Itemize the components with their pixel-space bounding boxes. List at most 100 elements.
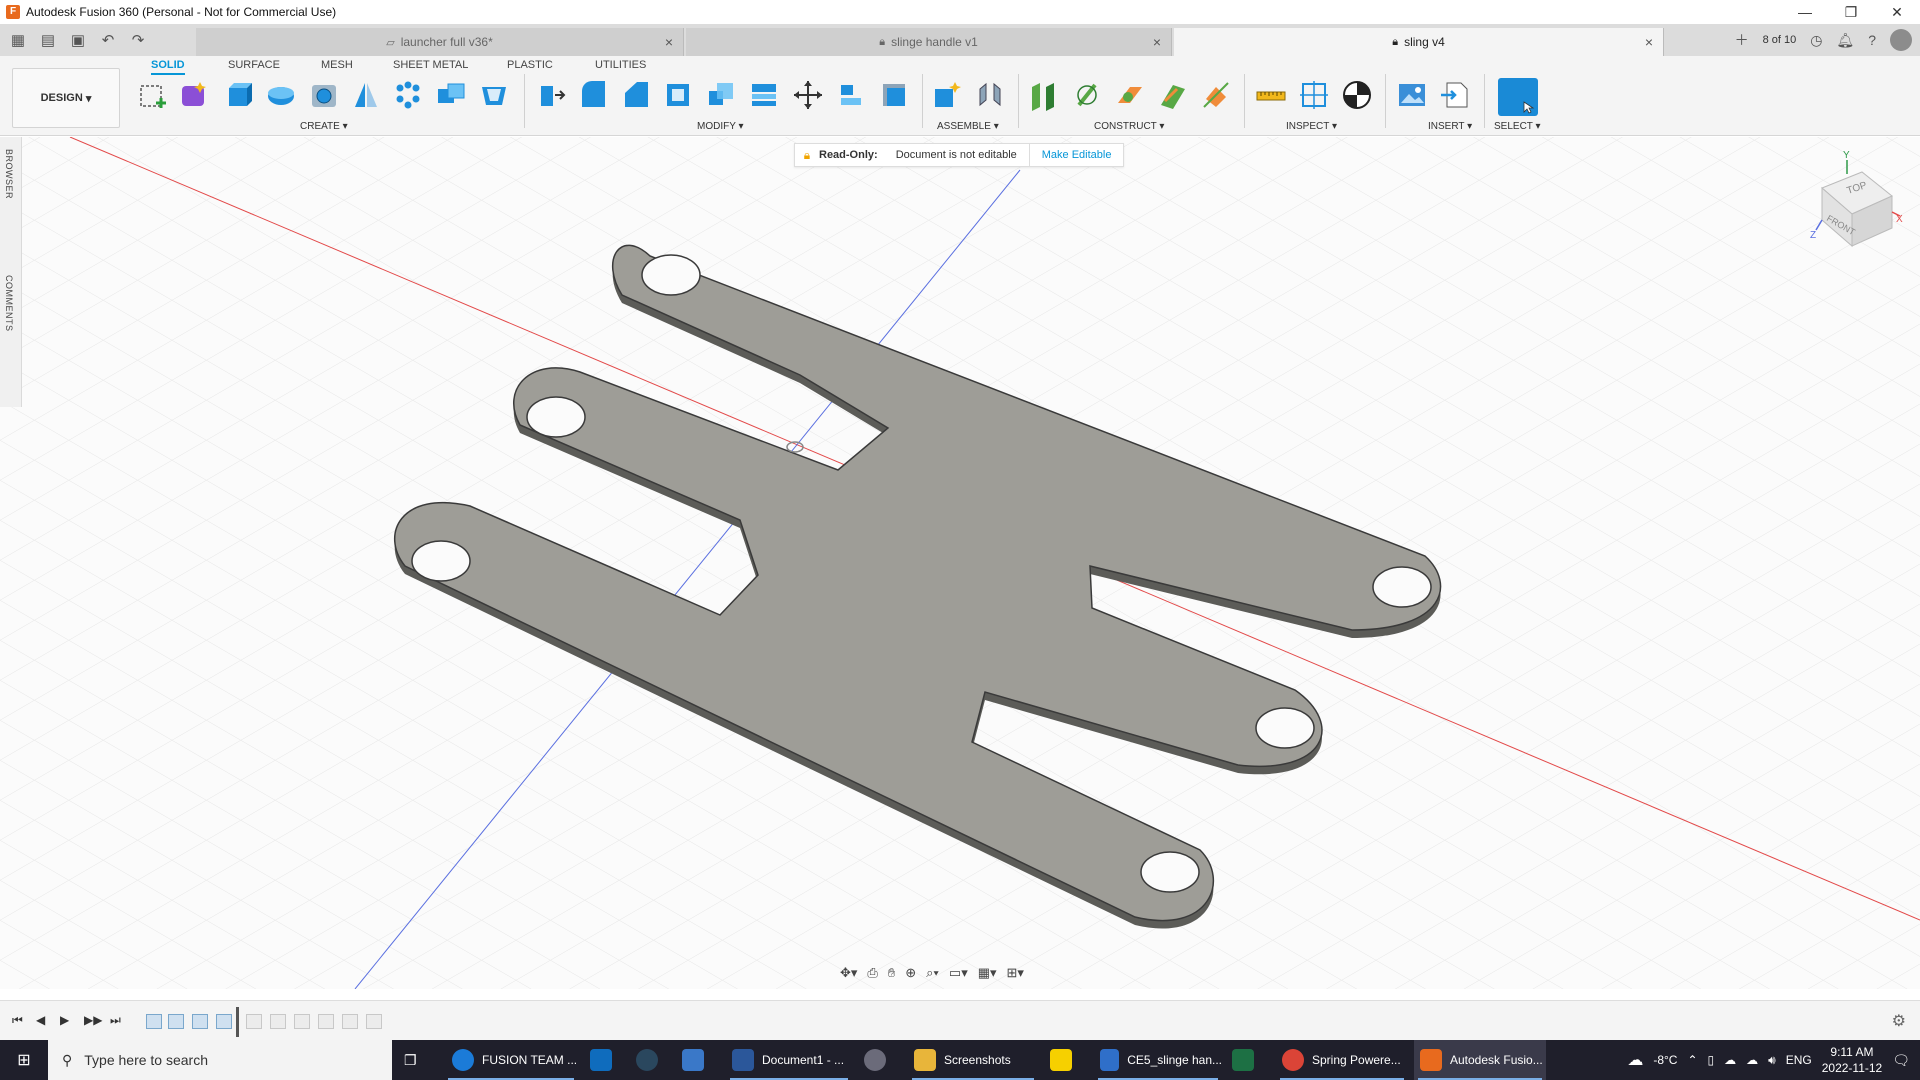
pattern-icon[interactable] bbox=[392, 79, 424, 111]
go-to-end-icon[interactable]: ⏭ bbox=[110, 1013, 121, 1028]
offset-plane-icon[interactable] bbox=[1028, 79, 1060, 111]
clock-icon[interactable]: ◷ bbox=[1810, 32, 1822, 49]
joint-icon[interactable] bbox=[974, 79, 1006, 111]
center-of-mass-icon[interactable] bbox=[1341, 79, 1373, 111]
new-component-icon[interactable] bbox=[931, 79, 963, 111]
timeline-suppressed-feature[interactable] bbox=[246, 1014, 262, 1029]
taskbar-app-fusion[interactable]: Autodesk Fusio... bbox=[1414, 1040, 1546, 1080]
create-form-icon[interactable] bbox=[178, 79, 210, 111]
play-icon[interactable]: ▶ bbox=[60, 1013, 69, 1027]
notifications-icon[interactable]: 🗨︎ bbox=[1892, 1052, 1910, 1069]
section-analysis-icon[interactable] bbox=[1298, 79, 1330, 111]
display-settings-icon[interactable]: ▭▾ bbox=[949, 965, 968, 981]
mirror-icon[interactable] bbox=[350, 79, 382, 111]
doc-tab-launcher[interactable]: ▱ launcher full v36* × bbox=[196, 28, 684, 56]
undo-icon[interactable]: ↶ bbox=[98, 31, 118, 49]
revolve-icon[interactable] bbox=[265, 79, 297, 111]
workspace-dropdown[interactable]: DESIGN ▾ bbox=[12, 68, 120, 128]
step-back-icon[interactable]: ◀ bbox=[36, 1013, 45, 1027]
taskbar-app-camera[interactable] bbox=[864, 1040, 900, 1080]
browser-panel-label[interactable]: BROWSER bbox=[4, 149, 14, 199]
timeline-suppressed-feature[interactable] bbox=[270, 1014, 286, 1029]
axis-through-icon[interactable] bbox=[1200, 79, 1232, 111]
timeline-suppressed-feature[interactable] bbox=[342, 1014, 358, 1029]
physical-material-icon[interactable] bbox=[878, 79, 910, 111]
mounting-hole[interactable] bbox=[641, 254, 701, 296]
timeline-settings-icon[interactable]: ⚙ bbox=[1892, 1011, 1906, 1031]
timeline-sketch-feature[interactable] bbox=[146, 1014, 162, 1029]
grid-settings-icon[interactable]: ▦▾ bbox=[978, 965, 997, 981]
insert-canvas-icon[interactable] bbox=[1396, 79, 1428, 111]
tab-solid[interactable]: SOLID bbox=[151, 59, 185, 75]
weather-icon[interactable]: ☁ bbox=[1627, 1050, 1643, 1070]
fit-icon[interactable]: ⌕▾ bbox=[926, 965, 939, 981]
pan-icon[interactable]: ✋︎ bbox=[888, 965, 895, 981]
press-pull-icon[interactable] bbox=[535, 79, 567, 111]
minimize-button[interactable]: — bbox=[1782, 0, 1828, 24]
assemble-menu[interactable]: ASSEMBLE ▾ bbox=[937, 121, 999, 132]
close-tab-icon[interactable]: × bbox=[665, 34, 673, 50]
mounting-hole[interactable] bbox=[1255, 707, 1315, 749]
close-window-button[interactable]: ✕ bbox=[1874, 0, 1920, 24]
taskbar-app-sticky-notes[interactable] bbox=[1050, 1040, 1086, 1080]
tab-surface[interactable]: SURFACE bbox=[228, 59, 280, 71]
timeline-suppressed-feature[interactable] bbox=[294, 1014, 310, 1029]
restore-button[interactable]: ❐ bbox=[1828, 0, 1874, 24]
timeline-suppressed-feature[interactable] bbox=[318, 1014, 334, 1029]
onedrive-icon[interactable]: ☁ bbox=[1746, 1053, 1758, 1067]
modify-menu[interactable]: MODIFY ▾ bbox=[697, 121, 744, 132]
go-to-start-icon[interactable]: ⏮ bbox=[12, 1013, 23, 1028]
canvas-viewport[interactable]: TOP FRONT Y X Z bbox=[0, 137, 1920, 989]
inspect-menu[interactable]: INSPECT ▾ bbox=[1286, 121, 1337, 132]
app-grid-icon[interactable]: ▦ bbox=[8, 31, 28, 49]
cloud-sync-icon[interactable]: ☁ bbox=[1724, 1053, 1736, 1067]
fillet-icon[interactable] bbox=[577, 79, 609, 111]
hole-icon[interactable] bbox=[308, 79, 340, 111]
timeline-extrude-feature[interactable] bbox=[168, 1014, 184, 1029]
help-icon[interactable]: ? bbox=[1868, 32, 1876, 48]
taskbar-app-outlook[interactable] bbox=[590, 1040, 626, 1080]
taskbar-app-fusion-team[interactable]: FUSION TEAM ... bbox=[444, 1040, 578, 1080]
scale-icon[interactable] bbox=[705, 79, 737, 111]
doc-tab-slinge-handle[interactable]: 🔒︎ slinge handle v1 × bbox=[686, 28, 1172, 56]
align-icon[interactable] bbox=[835, 79, 867, 111]
look-at-icon[interactable]: ⎙ bbox=[867, 965, 877, 981]
zoom-icon[interactable]: ⊕ bbox=[905, 965, 916, 981]
midplane-icon[interactable] bbox=[1157, 79, 1189, 111]
language-indicator[interactable]: ENG bbox=[1786, 1053, 1812, 1067]
timeline-extrude-feature[interactable] bbox=[216, 1014, 232, 1029]
tab-utilities[interactable]: UTILITIES bbox=[595, 59, 646, 71]
extrude-icon[interactable] bbox=[222, 79, 254, 111]
volume-icon[interactable]: 🔊︎ bbox=[1768, 1053, 1776, 1068]
make-editable-button[interactable]: Make Editable bbox=[1028, 143, 1124, 167]
tab-mesh[interactable]: MESH bbox=[321, 59, 353, 71]
taskbar-app-word[interactable]: Document1 - ... bbox=[726, 1040, 852, 1080]
tray-overflow-icon[interactable]: ⌃ bbox=[1687, 1053, 1697, 1067]
step-forward-icon[interactable]: ▶▶ bbox=[84, 1013, 102, 1027]
taskbar-app-steam[interactable] bbox=[636, 1040, 672, 1080]
save-icon[interactable]: ▣ bbox=[68, 31, 88, 49]
create-menu[interactable]: CREATE ▾ bbox=[300, 121, 348, 132]
shell-icon[interactable] bbox=[478, 79, 510, 111]
mounting-hole[interactable] bbox=[411, 540, 471, 582]
mounting-hole[interactable] bbox=[526, 396, 586, 438]
tab-sheet-metal[interactable]: SHEET METAL bbox=[393, 59, 468, 71]
job-status[interactable]: 8 of 10 bbox=[1763, 34, 1797, 46]
taskbar-app-file-explorer[interactable]: Screenshots bbox=[908, 1040, 1038, 1080]
timeline-suppressed-feature[interactable] bbox=[366, 1014, 382, 1029]
timeline-marker[interactable] bbox=[236, 1007, 239, 1037]
combine-icon[interactable] bbox=[435, 79, 467, 111]
select-menu[interactable]: SELECT ▾ bbox=[1494, 121, 1541, 132]
orbit-icon[interactable]: ✥▾ bbox=[840, 965, 857, 981]
plane-at-angle-icon[interactable] bbox=[1071, 79, 1103, 111]
avatar[interactable] bbox=[1890, 29, 1912, 51]
construct-menu[interactable]: CONSTRUCT ▾ bbox=[1094, 121, 1164, 132]
task-view-button[interactable]: ❐ bbox=[404, 1040, 417, 1080]
chamfer-icon[interactable] bbox=[620, 79, 652, 111]
insert-menu[interactable]: INSERT ▾ bbox=[1428, 121, 1472, 132]
tab-plastic[interactable]: PLASTIC bbox=[507, 59, 553, 71]
taskbar-app-chrome[interactable]: Spring Powere... bbox=[1276, 1040, 1408, 1080]
comments-panel-label[interactable]: COMMENTS bbox=[4, 275, 14, 332]
select-tool-icon[interactable] bbox=[1498, 78, 1538, 116]
doc-tab-sling[interactable]: 🔒︎ sling v4 × bbox=[1174, 28, 1664, 56]
